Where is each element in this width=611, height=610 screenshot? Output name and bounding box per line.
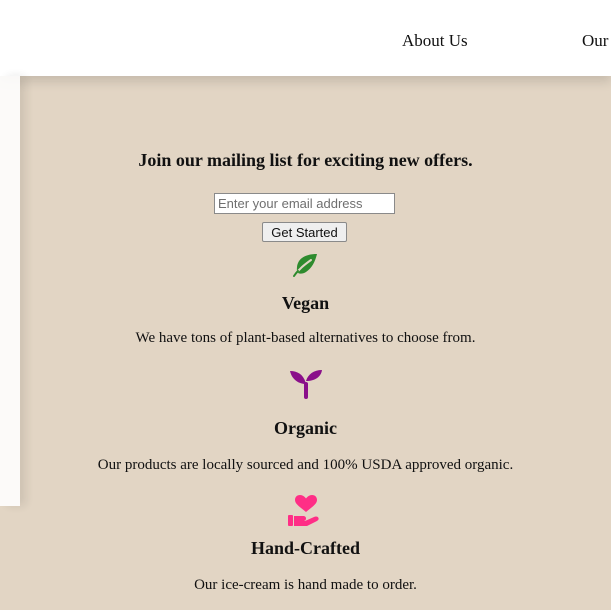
nav-link-about-us[interactable]: About Us <box>402 31 468 51</box>
nav-link-our[interactable]: Our <box>582 31 608 51</box>
feature-title-hand-crafted: Hand-Crafted <box>251 538 360 558</box>
feature-title-vegan: Vegan <box>281 293 330 313</box>
leaf-icon <box>292 254 317 277</box>
get-started-button[interactable]: Get Started <box>262 222 347 242</box>
top-navigation-bar: About Us Our <box>0 0 611 76</box>
feature-text-vegan: We have tons of plant-based alternatives… <box>135 330 476 346</box>
feature-organic: Organic Our products are locally sourced… <box>0 369 611 474</box>
feature-text-hand-crafted: Our ice-cream is hand made to order. <box>194 577 417 593</box>
feature-text-organic: Our products are locally sourced and 100… <box>97 457 514 473</box>
seedling-icon <box>289 370 322 399</box>
feature-vegan: Vegan We have tons of plant-based altern… <box>0 252 611 347</box>
feature-title-organic: Organic <box>274 418 337 438</box>
mailing-list-section: Join our mailing list for exciting new o… <box>0 150 611 171</box>
feature-hand-crafted: Hand-Crafted Our ice-cream is hand made … <box>0 494 611 594</box>
mailing-list-heading: Join our mailing list for exciting new o… <box>138 150 473 170</box>
hand-heart-icon <box>287 495 319 526</box>
email-input[interactable] <box>214 193 395 214</box>
